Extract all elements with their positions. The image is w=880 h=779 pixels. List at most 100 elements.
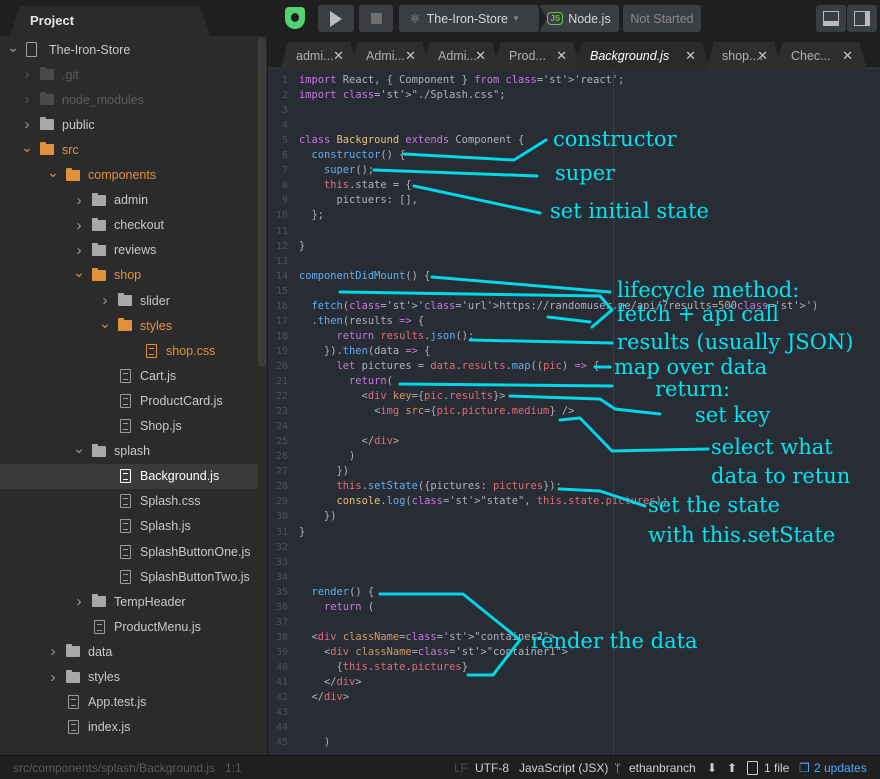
tree-folder-item[interactable]: ⌄ shop [0,263,258,288]
chevron-down-icon[interactable]: ⌄ [72,265,86,279]
toggle-right-dock-button[interactable] [847,5,877,32]
tree-folder-item[interactable]: › data [0,639,258,664]
tree-file-item[interactable]: ProductMenu.js [0,614,258,639]
code-line[interactable]: render() { [299,585,375,600]
code-line[interactable]: }) [299,509,337,524]
stop-button[interactable] [359,5,393,32]
tree-folder-item[interactable]: › .git [0,62,258,87]
chevron-right-icon[interactable]: › [20,116,34,133]
code-line[interactable]: constructor() { [299,148,406,163]
tree-file-item[interactable]: SplashButtonOne.js [0,539,258,564]
code-line[interactable]: {this.state.pictures} [299,660,468,675]
runtime-selector[interactable]: JS Node.js [539,5,619,32]
tree-folder-item[interactable]: › node_modules [0,87,258,112]
code-line[interactable]: }; [299,208,325,223]
code-line[interactable]: this.state = { [299,178,412,193]
close-tab-icon[interactable]: ✕ [556,48,567,64]
chevron-right-icon[interactable]: › [72,192,86,209]
tree-folder-item[interactable]: › styles [0,665,258,690]
chevron-right-icon[interactable]: › [72,593,86,610]
status-file-path[interactable]: src/components/splash/Background.js [13,761,215,775]
code-line[interactable]: return ( [299,600,374,615]
chevron-right-icon[interactable]: › [46,643,60,660]
status-updates-link[interactable]: 2 updates [814,761,867,775]
chevron-right-icon[interactable]: › [72,217,86,234]
tree-project-root[interactable]: ⌄ The-Iron-Store [0,37,258,62]
tab[interactable]: shop.... ✕ [706,42,782,70]
code-line[interactable]: super(); [299,163,374,178]
tab[interactable]: Prod... ✕ [493,42,581,70]
code-line[interactable]: ) [299,449,355,464]
code-line[interactable]: this.setState({pictures: pictures}); [299,479,562,494]
code-line[interactable]: </div> [299,690,350,705]
tab[interactable]: admi... ✕ [280,42,358,70]
close-tab-icon[interactable]: ✕ [405,48,416,64]
code-line[interactable]: import React, { Component } from class='… [299,73,624,88]
status-changed-files[interactable]: 1 file [764,761,789,775]
code-line[interactable]: let pictures = data.results.map((pic) =>… [299,359,600,374]
tree-file-item[interactable]: Shop.js [0,414,258,439]
tree-file-item[interactable]: Splash.js [0,514,258,539]
tree-folder-item[interactable]: › TempHeader [0,589,258,614]
status-grammar[interactable]: JavaScript (JSX) [519,761,608,775]
tree-folder-item[interactable]: ⌄ components [0,163,258,188]
tab-active[interactable]: Background.js ✕ [574,42,710,70]
close-tab-icon[interactable]: ✕ [333,48,344,64]
close-tab-icon[interactable]: ✕ [757,48,768,64]
code-line[interactable]: }).then(data => { [299,344,430,359]
toggle-bottom-dock-button[interactable] [816,5,846,32]
chevron-down-icon[interactable]: ⌄ [20,140,34,154]
code-line[interactable]: <div className=class='st'>"container1"> [299,645,568,660]
tree-file-item[interactable]: Background.js [0,463,258,489]
code-line[interactable]: }) [299,464,350,479]
tree-file-item[interactable]: ProductCard.js [0,388,258,413]
tree-folder-item[interactable]: ⌄ src [0,137,258,162]
close-tab-icon[interactable]: ✕ [685,48,696,64]
code-line[interactable]: console.log(class='st'>"state", this.sta… [299,494,669,509]
tree-file-item[interactable]: index.js [0,715,258,740]
tree-file-item[interactable]: shop.css [0,338,258,363]
chevron-down-icon[interactable]: ⌄ [98,316,112,330]
debugger-shield-icon[interactable] [285,7,305,29]
chevron-down-icon[interactable]: ⌄ [72,441,86,455]
chevron-right-icon[interactable]: › [20,91,34,108]
code-line[interactable]: </div> [299,434,400,449]
tree-file-item[interactable]: App.test.js [0,690,258,715]
tree-folder-item[interactable]: › slider [0,288,258,313]
tab[interactable]: Chec... ✕ [775,42,867,70]
git-fetch-down-icon[interactable]: ⬇ [707,761,717,775]
tree-folder-item[interactable]: ⌄ styles [0,313,258,338]
code-line[interactable]: <div className=class='st'>"container2"> [299,630,556,645]
tree-file-item[interactable]: SplashButtonTwo.js [0,564,258,589]
code-line[interactable]: componentDidMount() { [299,269,430,284]
chevron-right-icon[interactable]: › [20,66,34,83]
tree-file-item[interactable]: Cart.js [0,363,258,388]
tree-folder-item[interactable]: › admin [0,188,258,213]
code-line[interactable]: <div key={pic.results}> [299,389,506,404]
tree-scrollbar[interactable] [258,37,266,367]
code-line[interactable]: .then(results => { [299,314,425,329]
code-line[interactable]: import class='st'>"./Splash.css"; [299,88,505,103]
code-line[interactable]: } [299,239,305,254]
project-tab[interactable]: Project [10,6,210,36]
code-line[interactable]: return results.json(); [299,329,475,344]
tree-folder-item[interactable]: ⌄ splash [0,439,258,464]
status-encoding[interactable]: UTF-8 [475,761,509,775]
tab[interactable]: Admi... ✕ [350,42,430,70]
code-line[interactable]: } [299,525,305,540]
chevron-right-icon[interactable]: › [46,669,60,686]
status-line-ending[interactable]: LF [454,761,468,775]
status-cursor-position[interactable]: 1:1 [225,761,242,775]
git-push-up-icon[interactable]: ⬆ [727,761,737,775]
tab[interactable]: Admi... ✕ [422,42,500,70]
code-line[interactable]: return( [299,374,393,389]
run-button[interactable] [318,5,354,32]
tree-folder-item[interactable]: › public [0,112,258,137]
project-selector[interactable]: ⚛ The-Iron-Store ▼ [399,5,539,32]
chevron-down-icon[interactable]: ⌄ [46,165,60,179]
chevron-right-icon[interactable]: › [72,242,86,259]
code-line[interactable]: ) [299,735,330,750]
chevron-down-icon[interactable]: ⌄ [6,40,20,54]
status-git-branch[interactable]: ethanbranch [629,761,696,775]
code-line[interactable]: pictuers: [], [299,193,418,208]
